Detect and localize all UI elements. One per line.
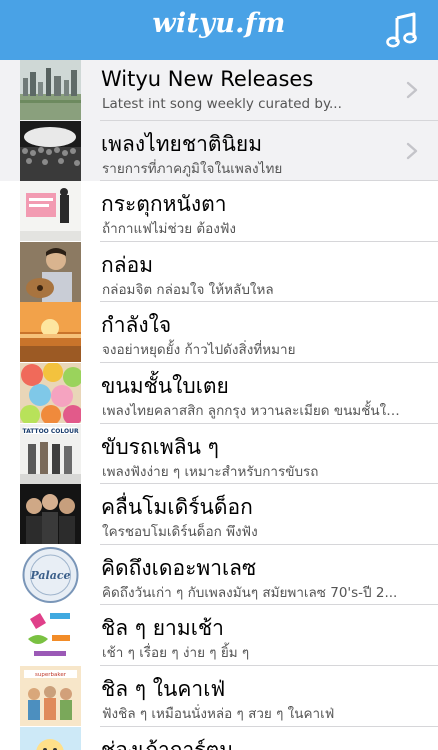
playlist-row[interactable]: เพลงไทยชาตินิยม รายการที่ภาคภูมิใจในเพลงไ… — [0, 120, 438, 182]
playlist-thumbnail: TATTOO COLOUR — [20, 423, 81, 484]
playlist-subtitle: จงอย่าหยุดยั้ง ก้าวไปดังสิ่งที่หมาย — [102, 342, 296, 359]
svg-text:superbaker: superbaker — [35, 672, 67, 678]
playlist-thumbnail — [20, 241, 81, 302]
playlist-title: Wityu New Releases — [101, 67, 314, 91]
playlist-subtitle: กล่อมจิต กล่อมใจ ให้หลับใหล — [102, 281, 274, 298]
playlist-thumbnail — [20, 302, 81, 363]
playlist-subtitle: ฟังชิล ๆ เหมือนนั่งหล่อ ๆ สวย ๆ ในคาเฟ่ — [102, 705, 335, 722]
chevron-right-icon[interactable] — [406, 81, 418, 99]
playlist-thumbnail — [20, 605, 81, 666]
playlist-row[interactable]: ขนมชั้นใบเตย เพลงไทยคลาสสิก ลูกกรุง หวานล… — [0, 362, 438, 424]
playlist-thumbnail — [20, 120, 81, 181]
playlist-row[interactable]: กล่อม กล่อมจิต กล่อมใจ ให้หลับใหล — [0, 241, 438, 303]
playlist-subtitle: ถ้ากาแฟไม่ช่วย ต้องฟัง — [102, 221, 237, 238]
playlist-row[interactable]: กำลังใจ จงอย่าหยุดยั้ง ก้าวไปดังสิ่งที่หม… — [0, 302, 438, 363]
navigation-bar: wityu.fm — [0, 0, 438, 60]
playlist-thumbnail — [20, 60, 81, 120]
svg-text:TATTOO COLOUR: TATTOO COLOUR — [22, 428, 79, 435]
playlist-thumbnail — [20, 362, 81, 423]
playlist-thumbnail — [20, 181, 81, 242]
playlist-row[interactable]: superbaker ชิล ๆ ในคาเฟ่ ฟังชิล ๆ เหมือนน… — [0, 665, 438, 727]
playlist-title: ช่องเก้าการ์ตูน — [101, 737, 234, 750]
playlist-subtitle: Latest int song weekly curated by... — [102, 96, 342, 112]
playlist-thumbnail — [20, 726, 81, 750]
playlist-list: Wityu New Releases Latest int song weekly… — [0, 60, 438, 750]
playlist-subtitle: เพลงฟังง่าย ๆ เหมาะสำหรับการขับรถ — [102, 463, 319, 480]
playlist-row[interactable]: ช่องเก้าการ์ตูน — [0, 726, 438, 750]
playlist-row[interactable]: คลื่นโมเดิร์นด็อก ใครชอบโมเดิร์นด็อก พึงฟ… — [0, 484, 438, 545]
playlist-thumbnail: Palace — [20, 544, 81, 605]
playlist-subtitle: คิดถึงวันเก่า ๆ กับเพลงมันๆ สมัยพาเลซ 70… — [102, 584, 398, 601]
svg-text:Palace: Palace — [29, 569, 70, 582]
playlist-row[interactable]: Wityu New Releases Latest int song weekly… — [0, 60, 438, 121]
playlist-subtitle: เพลงไทยคลาสสิก ลูกกรุง หวานละเมียด ขนมชั… — [102, 402, 400, 419]
chevron-right-icon[interactable] — [406, 142, 418, 160]
playlist-row[interactable]: ชิล ๆ ยามเช้า เช้า ๆ เรื่อย ๆ ง่าย ๆ ยิ้ม… — [0, 605, 438, 666]
playlist-subtitle: เช้า ๆ เรื่อย ๆ ง่าย ๆ ยิ้ม ๆ — [102, 645, 250, 662]
playlist-row[interactable]: TATTOO COLOUR ขับรถเพลิน ๆเพลงฟังง่าย ๆ … — [0, 423, 438, 485]
playlist-row[interactable]: Palace คิดถึงเดอะพาเลซ คิดถึงวันเก่า ๆ กับ… — [0, 544, 438, 606]
app-logo: wityu.fm — [152, 8, 286, 39]
playlist-thumbnail: superbaker — [20, 665, 81, 726]
music-note-icon[interactable] — [386, 12, 418, 48]
playlist-row[interactable]: กระตุกหนังตา ถ้ากาแฟไม่ช่วย ต้องฟัง — [0, 181, 438, 242]
playlist-subtitle: ใครชอบโมเดิร์นด็อก พึงฟัง — [102, 524, 258, 541]
playlist-subtitle: รายการที่ภาคภูมิใจในเพลงไทย — [102, 160, 283, 177]
playlist-thumbnail — [20, 484, 81, 545]
